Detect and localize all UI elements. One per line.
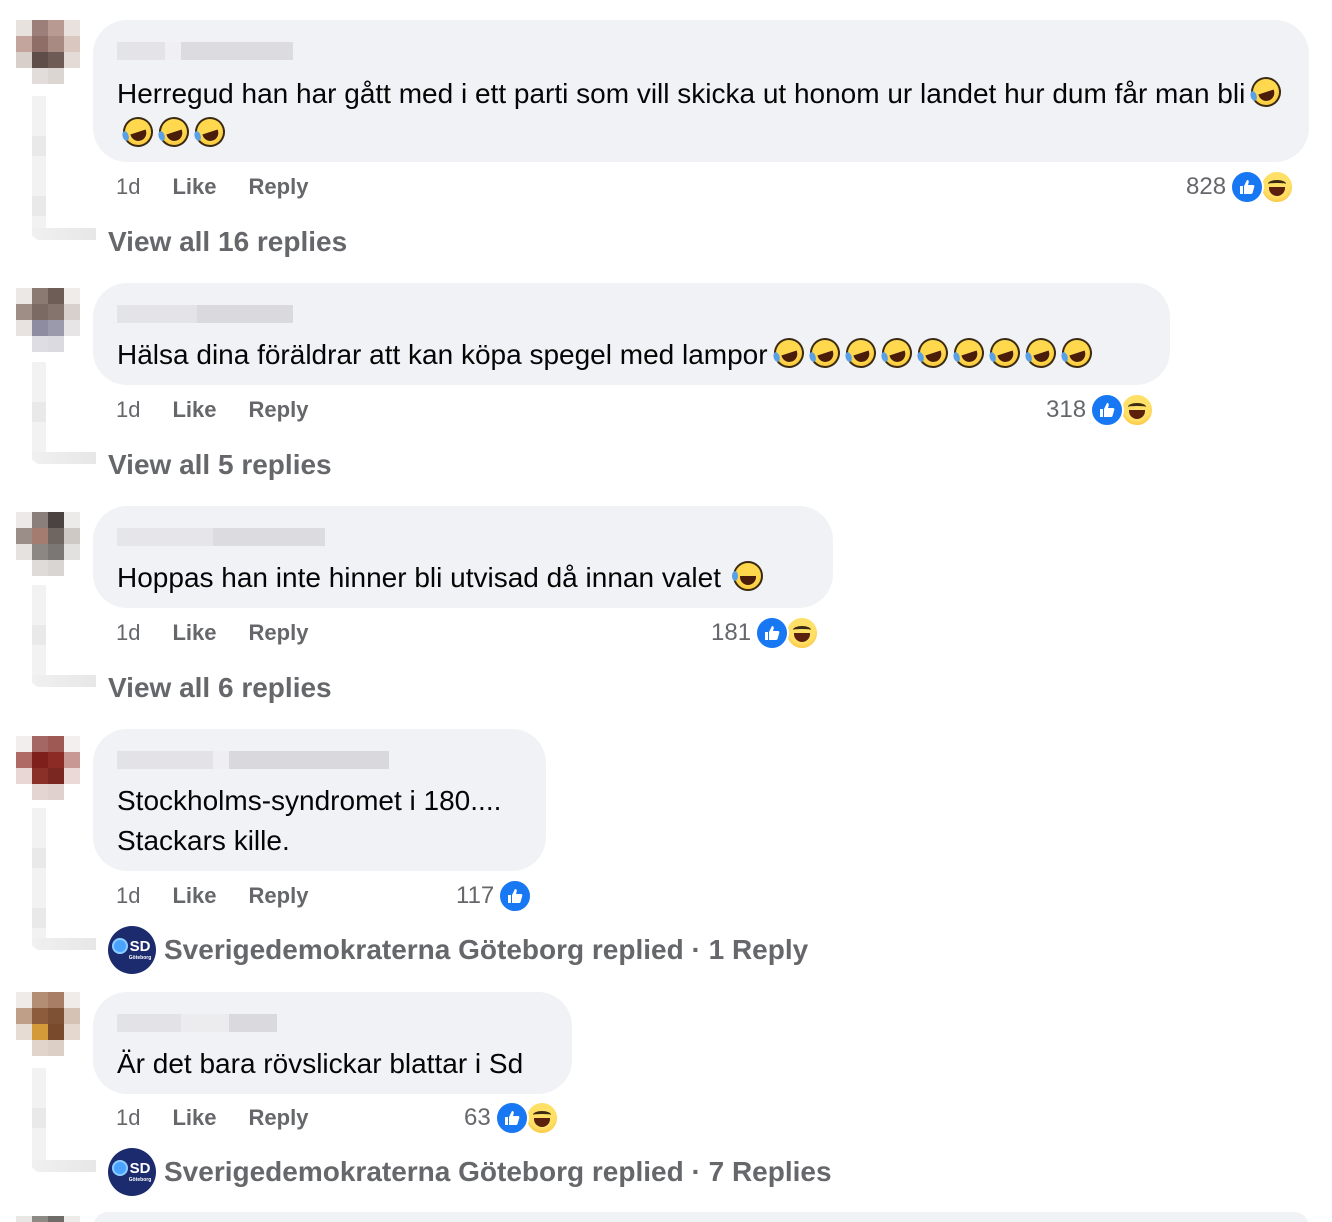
view-replies-link[interactable]: View all 16 replies (108, 226, 347, 258)
timestamp[interactable]: 1d (116, 397, 140, 423)
view-replies-link[interactable]: View all 6 replies (108, 672, 332, 704)
comment-actions: 1d Like Reply (116, 1105, 308, 1131)
author-name-blurred[interactable] (117, 42, 1285, 60)
author-name-blurred[interactable] (117, 305, 1146, 323)
thread-elbow (32, 938, 96, 950)
haha-icon (785, 616, 820, 650)
like-icon (755, 616, 790, 650)
reaction-count: 828 (1186, 173, 1227, 200)
thread-line (32, 585, 46, 683)
comment-bubble: Herregud han har gått med i ett parti so… (93, 20, 1309, 162)
reply-button[interactable]: Reply (249, 620, 309, 646)
reaction-count: 117 (456, 882, 495, 909)
like-icon (1090, 393, 1125, 427)
comment-bubble (93, 1212, 1309, 1222)
avatar[interactable] (16, 512, 80, 576)
reaction-summary[interactable]: 181 (711, 616, 820, 650)
thread-elbow (32, 452, 96, 464)
thread-line (32, 96, 46, 236)
haha-icon (1120, 393, 1155, 427)
view-replies-link[interactable]: View all 5 replies (108, 449, 332, 481)
comment-actions: 1d Like Reply (116, 174, 308, 200)
comment-text: Är det bara rövslickar blattar i Sd (117, 1048, 524, 1079)
page-replied-text: Sverigedemokraterna Göteborg replied · 1… (164, 934, 809, 965)
author-name-blurred[interactable] (117, 528, 809, 546)
author-name-blurred[interactable] (117, 1014, 548, 1032)
avatar[interactable] (16, 992, 80, 1056)
reaction-summary[interactable]: 117 (456, 879, 533, 913)
sd-logo-icon: SD Göteborg (108, 1148, 156, 1196)
timestamp[interactable]: 1d (116, 620, 140, 646)
reaction-count: 318 (1046, 396, 1087, 423)
laughing-emoji-icon (721, 561, 763, 593)
reaction-count: 181 (711, 619, 752, 646)
timestamp[interactable]: 1d (116, 1105, 140, 1131)
comment-text: Hälsa dina föräldrar att kan köpa spegel… (117, 334, 1146, 375)
reaction-summary[interactable]: 318 (1046, 393, 1155, 427)
author-name-blurred[interactable] (117, 751, 522, 769)
avatar[interactable] (16, 20, 80, 84)
comment-actions: 1d Like Reply (116, 397, 308, 423)
comment-bubble: Hälsa dina föräldrar att kan köpa spegel… (93, 283, 1170, 385)
reaction-summary[interactable]: 63 (464, 1101, 559, 1135)
comments-feed: Herregud han har gått med i ett parti so… (0, 0, 1332, 1222)
page-replied-text: Sverigedemokraterna Göteborg replied · 7… (164, 1156, 832, 1187)
thread-line (32, 362, 46, 460)
like-button[interactable]: Like (172, 620, 216, 646)
timestamp[interactable]: 1d (116, 883, 140, 909)
like-icon (1230, 170, 1265, 204)
reply-button[interactable]: Reply (249, 174, 309, 200)
avatar[interactable] (16, 736, 80, 800)
thread-elbow (32, 228, 96, 240)
haha-icon (1260, 170, 1295, 204)
like-button[interactable]: Like (172, 397, 216, 423)
thread-elbow (32, 675, 96, 687)
avatar[interactable] (16, 288, 80, 352)
comment-text: Stockholms-syndromet i 180.... Stackars k… (117, 785, 502, 856)
comment-actions: 1d Like Reply (116, 620, 308, 646)
comment-bubble: Stockholms-syndromet i 180.... Stackars k… (93, 729, 546, 871)
reply-button[interactable]: Reply (249, 1105, 309, 1131)
comment-text: Herregud han har gått med i ett parti so… (117, 73, 1286, 154)
thread-line (32, 1068, 46, 1168)
reply-button[interactable]: Reply (249, 883, 309, 909)
comment-actions: 1d Like Reply (116, 883, 308, 909)
comment-bubble: Är det bara rövslickar blattar i Sd (93, 992, 572, 1094)
reply-button[interactable]: Reply (249, 397, 309, 423)
page-replied-link[interactable]: SD Göteborg Sverigedemokraterna Göteborg… (108, 1148, 832, 1196)
like-button[interactable]: Like (172, 1105, 216, 1131)
like-button[interactable]: Like (172, 883, 216, 909)
timestamp[interactable]: 1d (116, 174, 140, 200)
reaction-summary[interactable]: 828 (1186, 170, 1295, 204)
comment-text: Hoppas han inte hinner bli utvisad då in… (117, 558, 809, 598)
comment-bubble: Hoppas han inte hinner bli utvisad då in… (93, 506, 833, 608)
avatar[interactable] (16, 1216, 80, 1222)
like-button[interactable]: Like (172, 174, 216, 200)
reaction-count: 63 (464, 1104, 491, 1131)
sd-logo-icon: SD Göteborg (108, 926, 156, 974)
thread-line (32, 808, 46, 946)
like-icon (494, 1101, 529, 1135)
haha-icon (524, 1101, 559, 1135)
thread-elbow (32, 1160, 96, 1172)
laughing-emoji-icon (768, 334, 1096, 372)
like-icon (498, 879, 533, 913)
page-replied-link[interactable]: SD Göteborg Sverigedemokraterna Göteborg… (108, 926, 808, 974)
